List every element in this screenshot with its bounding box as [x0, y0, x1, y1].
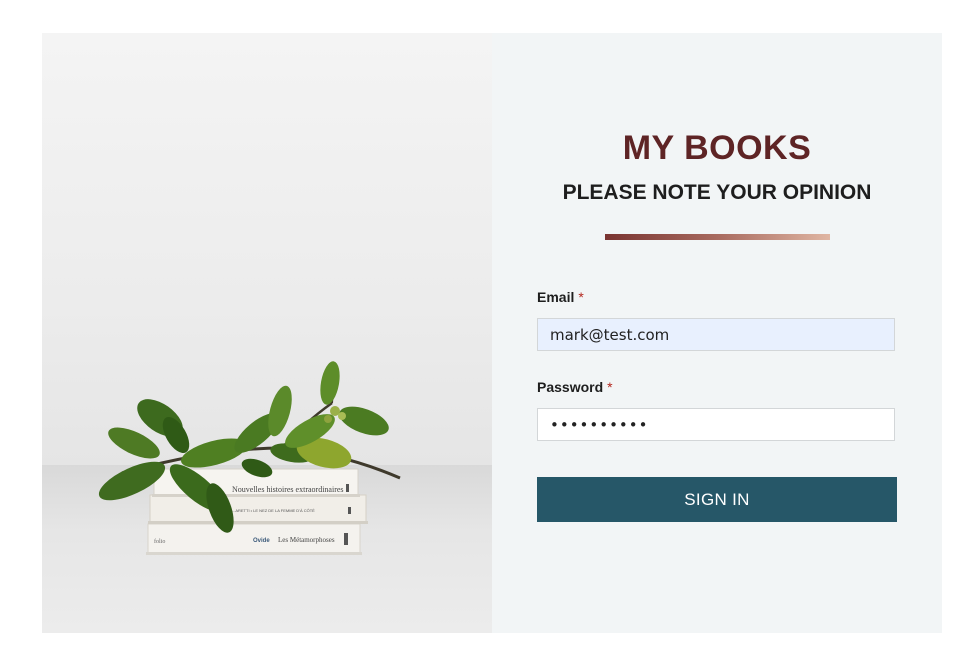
password-field[interactable]: ••••••••••: [537, 408, 895, 441]
title-divider: [605, 234, 830, 240]
hero-photo: Nouvelles histoires extraordinaires ...A…: [42, 33, 492, 633]
email-label: Email *: [537, 289, 584, 305]
books-with-leaves-illustration: Nouvelles histoires extraordinaires ...A…: [98, 361, 401, 555]
page-title: MY BOOKS: [622, 129, 812, 167]
book-spine-1: Nouvelles histoires extraordinaires: [232, 485, 344, 494]
publisher-label: folio: [154, 538, 165, 545]
email-value: mark@test.com: [550, 325, 670, 344]
sign-in-button[interactable]: SIGN IN: [537, 477, 897, 522]
email-label-text: Email: [537, 289, 575, 305]
password-value: ••••••••••: [550, 415, 649, 434]
password-label: Password *: [537, 379, 613, 395]
login-panel: MY BOOKS PLEASE NOTE YOUR OPINION Email *…: [492, 33, 942, 633]
book-spine-3: Les Métamorphoses: [278, 536, 335, 544]
book-spine-2: ...ARETTI • LE NEZ DE LA FEMME D'À CÔTÉ: [232, 508, 315, 513]
email-required-mark: *: [578, 289, 584, 305]
page-subtitle: PLEASE NOTE YOUR OPINION: [562, 181, 872, 204]
password-required-mark: *: [607, 379, 613, 395]
login-card: Nouvelles histoires extraordinaires ...A…: [42, 33, 942, 633]
email-field[interactable]: mark@test.com: [537, 318, 895, 351]
author-label: Ovide: [253, 538, 270, 544]
password-label-text: Password: [537, 379, 604, 395]
